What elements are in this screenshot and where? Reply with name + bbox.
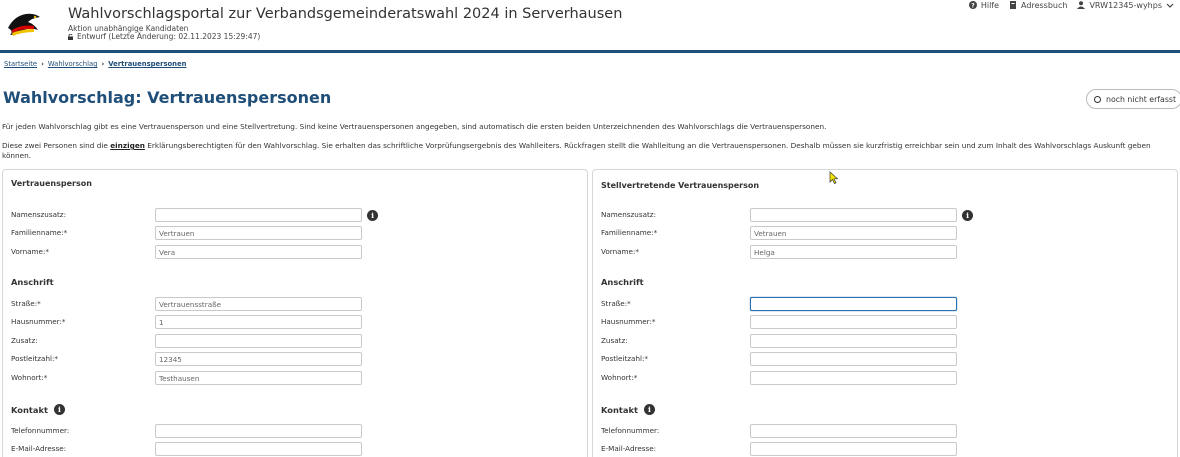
telefon-input[interactable] <box>750 424 957 438</box>
hausnummer-label: Hausnummer:* <box>11 317 66 326</box>
anschrift-label: Anschrift <box>11 277 54 287</box>
info-icon[interactable]: i <box>53 404 65 415</box>
intro-text-1: Für jeden Wahlvorschlag gibt es eine Ver… <box>2 122 827 131</box>
addressbook-link[interactable]: Adressbuch <box>1009 1 1067 10</box>
vorname-input[interactable] <box>750 245 957 259</box>
hausnummer-input[interactable] <box>155 315 362 329</box>
status-badge: noch nicht erfasst <box>1086 89 1180 109</box>
familienname-input[interactable] <box>155 226 362 240</box>
help-icon: ? <box>968 1 977 9</box>
breadcrumb-current[interactable]: Vertrauenspersonen <box>108 60 186 68</box>
addressbook-icon <box>1010 1 1017 9</box>
breadcrumb-separator: › <box>101 60 105 68</box>
intro-emphasis: einzigen <box>110 141 145 150</box>
vertrauensperson-panel: Vertrauensperson Namenszusatz: i Familie… <box>2 169 588 457</box>
intro-text-2a: Diese zwei Personen sind die <box>2 141 111 150</box>
anschrift-label: Anschrift <box>601 277 644 287</box>
status-circle-icon <box>1094 95 1101 103</box>
plz-input[interactable] <box>750 352 957 366</box>
email-label: E-Mail-Adresse: <box>601 444 657 453</box>
zusatz-label: Zusatz: <box>601 336 628 345</box>
chevron-down-icon <box>1166 3 1174 8</box>
panel-title: Stellvertretende Vertrauensperson <box>601 181 760 190</box>
strasse-label: Straße:* <box>601 299 631 308</box>
namenszusatz-label: Namenszusatz: <box>11 210 66 219</box>
hausnummer-label: Hausnummer:* <box>601 317 656 326</box>
top-navigation: ? Hilfe Adressbuch VRW12345-wyhps <box>968 0 1174 10</box>
header: Wahlvorschlagsportal zur Verbandsgemeind… <box>0 0 1180 51</box>
zusatz-input[interactable] <box>155 334 362 348</box>
breadcrumb-separator: › <box>41 60 44 68</box>
wohnort-input[interactable] <box>750 371 957 385</box>
plz-label: Postleitzahl:* <box>601 354 649 363</box>
svg-text:?: ? <box>971 2 975 9</box>
kontakt-heading: Kontakt i <box>11 404 65 415</box>
wohnort-label: Wohnort:* <box>11 373 48 382</box>
panel-title: Vertrauensperson <box>11 179 92 188</box>
telefon-input[interactable] <box>155 424 362 438</box>
user-name: VRW12345-wyhps <box>1089 0 1162 10</box>
vorname-input[interactable] <box>155 245 362 259</box>
strasse-label: Straße:* <box>11 299 41 308</box>
email-input[interactable] <box>750 442 957 456</box>
email-label: E-Mail-Adresse: <box>11 444 67 453</box>
anschrift-heading: Anschrift <box>601 277 644 287</box>
draft-status-text: Entwurf (Letzte Änderung: 02.11.2023 15:… <box>77 32 261 41</box>
mouse-cursor-icon <box>829 171 839 184</box>
breadcrumb: Startseite › Wahlvorschlag › Vertrauensperso… <box>4 60 186 68</box>
plz-label: Postleitzahl:* <box>11 354 59 363</box>
vorname-label: Vorname:* <box>11 247 49 256</box>
info-icon[interactable]: i <box>962 210 973 221</box>
breadcrumb-wahlvorschlag[interactable]: Wahlvorschlag <box>48 60 98 68</box>
zusatz-input[interactable] <box>750 334 957 348</box>
telefon-label: Telefonnummer: <box>601 426 660 435</box>
wohnort-label: Wohnort:* <box>601 373 638 382</box>
zusatz-label: Zusatz: <box>11 336 38 345</box>
eagle-logo-icon <box>8 13 40 36</box>
familienname-label: Familienname:* <box>11 228 68 237</box>
page-title: Wahlvorschlag: Vertrauenspersonen <box>3 88 332 107</box>
kontakt-label: Kontakt <box>11 404 48 415</box>
namenszusatz-input[interactable] <box>155 208 362 222</box>
info-icon[interactable]: i <box>643 404 655 415</box>
hausnummer-input[interactable] <box>750 315 957 329</box>
familienname-label: Familienname:* <box>601 228 658 237</box>
addressbook-label: Adressbuch <box>1021 0 1068 10</box>
breadcrumb-startseite[interactable]: Startseite <box>4 60 37 68</box>
info-icon[interactable]: i <box>367 210 378 221</box>
plz-input[interactable] <box>155 352 362 366</box>
help-label: Hilfe <box>980 0 1000 10</box>
unlock-icon <box>68 34 73 40</box>
user-menu[interactable]: VRW12345-wyhps <box>1077 1 1174 10</box>
namenszusatz-input[interactable] <box>750 208 957 222</box>
intro-text-2b: Erklärungsberechtigten für den Wahlvorsc… <box>2 141 1151 160</box>
draft-status: Entwurf (Letzte Änderung: 02.11.2023 15:… <box>68 32 260 41</box>
familienname-input[interactable] <box>750 226 957 240</box>
namenszusatz-label: Namenszusatz: <box>601 210 656 219</box>
strasse-input[interactable] <box>750 297 957 311</box>
anschrift-heading: Anschrift <box>11 277 54 287</box>
help-link[interactable]: ? Hilfe <box>968 0 1000 10</box>
kontakt-heading: Kontakt i <box>601 404 655 415</box>
status-text: noch nicht erfasst <box>1106 94 1176 104</box>
wohnort-input[interactable] <box>155 371 362 385</box>
email-input[interactable] <box>155 442 362 456</box>
vorname-label: Vorname:* <box>601 247 639 256</box>
intro-text-2: Diese zwei Personen sind die einzigen Er… <box>2 141 1178 161</box>
user-icon <box>1077 1 1086 9</box>
strasse-input[interactable] <box>155 297 362 311</box>
telefon-label: Telefonnummer: <box>11 426 70 435</box>
app-title: Wahlvorschlagsportal zur Verbandsgemeind… <box>68 6 623 22</box>
header-divider <box>0 50 1180 53</box>
kontakt-label: Kontakt <box>601 404 638 415</box>
stellvertretung-panel: Stellvertretende Vertrauensperson Namens… <box>592 169 1178 457</box>
